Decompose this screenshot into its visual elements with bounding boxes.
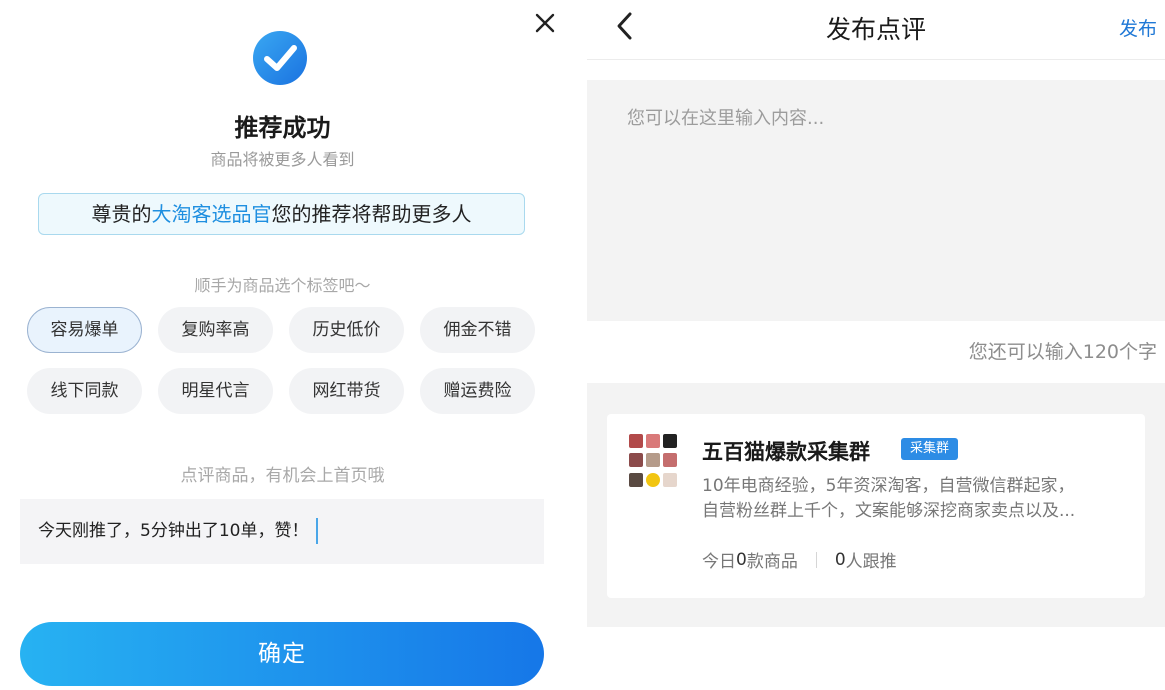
confirm-button[interactable]: 确定: [20, 622, 544, 686]
stat-follow-count: 0: [834, 549, 846, 570]
text-caret: [316, 518, 319, 544]
member-avatar: [629, 434, 643, 448]
tag-chip[interactable]: 线下同款: [27, 368, 142, 414]
member-avatar: [629, 472, 643, 487]
tag-chip[interactable]: 历史低价: [289, 307, 404, 353]
tag-chip[interactable]: 佣金不错: [420, 307, 535, 353]
tag-chip[interactable]: 赠运费险: [420, 368, 535, 414]
success-title: 推荐成功: [234, 114, 331, 142]
group-stats: 今日 0 款商品 0 人跟推: [702, 547, 897, 573]
page-title: 发布点评: [825, 15, 926, 44]
group-name: 五百猫爆款采集群: [702, 440, 870, 464]
member-avatar: [663, 472, 677, 487]
publish-review-panel: 发布点评 发布 您可以在这里输入内容... 您还可以输入120个字 五百猫爆款采…: [587, 0, 1165, 690]
group-desc-line: 自营粉丝群上千个，文案能够深挖商家卖点以及...: [702, 501, 1076, 521]
group-description: 10年电商经验，5年资深淘客，自营微信群起家， 自营粉丝群上千个，文案能够深挖商…: [702, 474, 1132, 524]
member-avatar: [629, 453, 643, 468]
stat-today-count: 0: [736, 549, 747, 570]
group-card[interactable]: 五百猫爆款采集群 采集群 10年电商经验，5年资深淘客，自营微信群起家， 自营粉…: [607, 414, 1145, 598]
group-avatar: [629, 434, 679, 488]
success-subtitle: 商品将被更多人看到: [210, 150, 355, 169]
comment-hint: 点评商品，有机会上首页哦: [180, 466, 385, 486]
member-avatar: [646, 434, 660, 448]
banner-highlight: 大淘客选品官: [151, 202, 272, 226]
member-avatar: [646, 472, 660, 487]
tag-chip[interactable]: 复购率高: [158, 307, 273, 353]
publish-button[interactable]: 发布: [1119, 14, 1157, 41]
banner-suffix: 您的推荐将帮助更多人: [271, 202, 472, 226]
group-desc-line: 10年电商经验，5年资深淘客，自营微信群起家，: [702, 476, 1075, 496]
success-check-icon: [253, 31, 307, 85]
char-counter: 您还可以输入120个字: [968, 341, 1157, 363]
tag-chip[interactable]: 明星代言: [158, 368, 273, 414]
close-icon[interactable]: [530, 8, 560, 38]
comment-text: 今天刚推了，5分钟出了10单，赞！: [38, 521, 309, 541]
nav-bar: 发布点评 发布: [587, 0, 1165, 60]
banner-prefix: 尊贵的: [91, 202, 152, 226]
review-textarea[interactable]: 您可以在这里输入内容...: [587, 80, 1165, 321]
tag-chip[interactable]: 网红带货: [289, 368, 404, 414]
vip-banner: 尊贵的大淘客选品官您的推荐将帮助更多人: [38, 193, 525, 235]
member-avatar: [646, 453, 660, 468]
review-placeholder: 您可以在这里输入内容...: [627, 108, 825, 129]
stat-follow-suffix: 人跟推: [845, 552, 897, 572]
group-badge: 采集群: [901, 438, 959, 460]
tag-hint: 顺手为商品选个标签吧～: [194, 276, 371, 295]
stat-today-prefix: 今日: [702, 552, 736, 572]
member-avatar: [663, 453, 677, 468]
member-avatar: [663, 434, 677, 448]
stat-today-suffix: 款商品: [746, 552, 798, 572]
comment-input[interactable]: 今天刚推了，5分钟出了10单，赞！: [20, 499, 544, 564]
tag-chip[interactable]: 容易爆单: [27, 307, 142, 353]
tag-list: 容易爆单 复购率高 历史低价 佣金不错 线下同款 明星代言 网红带货 赠运费险: [27, 307, 539, 414]
stat-divider: [815, 551, 817, 568]
recommend-success-panel: 推荐成功 商品将被更多人看到 尊贵的大淘客选品官您的推荐将帮助更多人 顺手为商品…: [0, 0, 565, 690]
